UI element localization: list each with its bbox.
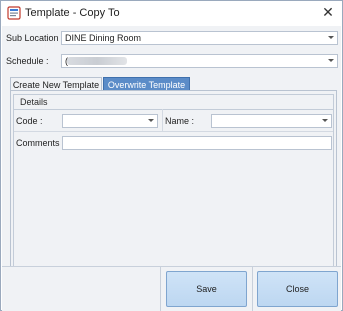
column-divider (162, 109, 163, 131)
title-bar: Template - Copy To ✕ (1, 1, 342, 26)
close-button-cell: Close (252, 267, 342, 311)
chevron-down-icon[interactable] (328, 36, 334, 39)
details-group: Details Code : Name : Comments : (13, 94, 334, 282)
row-divider (14, 131, 333, 132)
save-button[interactable]: Save (166, 271, 247, 307)
code-dropdown[interactable] (62, 114, 158, 128)
tab-overwrite-template[interactable]: Overwrite Template (103, 77, 190, 91)
close-icon[interactable]: ✕ (320, 4, 336, 20)
chevron-down-icon[interactable] (148, 119, 154, 122)
chevron-down-icon[interactable] (322, 119, 328, 122)
template-copy-to-window: Template - Copy To ✕ Sub Location : DINE… (0, 0, 343, 311)
name-label: Name : (165, 116, 195, 126)
name-dropdown[interactable] (211, 114, 332, 128)
schedule-label: Schedule : (6, 56, 49, 66)
save-button-cell: Save (160, 267, 251, 311)
form-area: Sub Location : DINE Dining Room Schedule… (2, 26, 341, 285)
close-button[interactable]: Close (257, 271, 338, 307)
code-label: Code : (16, 116, 43, 126)
sub-location-dropdown[interactable]: DINE Dining Room (61, 31, 338, 45)
tab-create-new-template[interactable]: Create New Template (10, 77, 102, 91)
sub-location-value: DINE Dining Room (65, 33, 142, 43)
overwrite-template-panel: Details Code : Name : Comments : (10, 90, 337, 285)
details-header: Details (14, 95, 333, 110)
chevron-down-icon[interactable] (328, 59, 334, 62)
sub-location-label: Sub Location : (6, 33, 64, 43)
details-title: Details (20, 97, 48, 107)
comments-label: Comments : (16, 138, 65, 148)
template-window-icon (7, 6, 21, 20)
button-bar: Save Close (2, 266, 341, 311)
comments-field[interactable] (62, 136, 332, 150)
schedule-dropdown[interactable]: ( (61, 54, 338, 68)
window-title: Template - Copy To (25, 7, 120, 19)
obscured-schedule-text (67, 57, 127, 65)
